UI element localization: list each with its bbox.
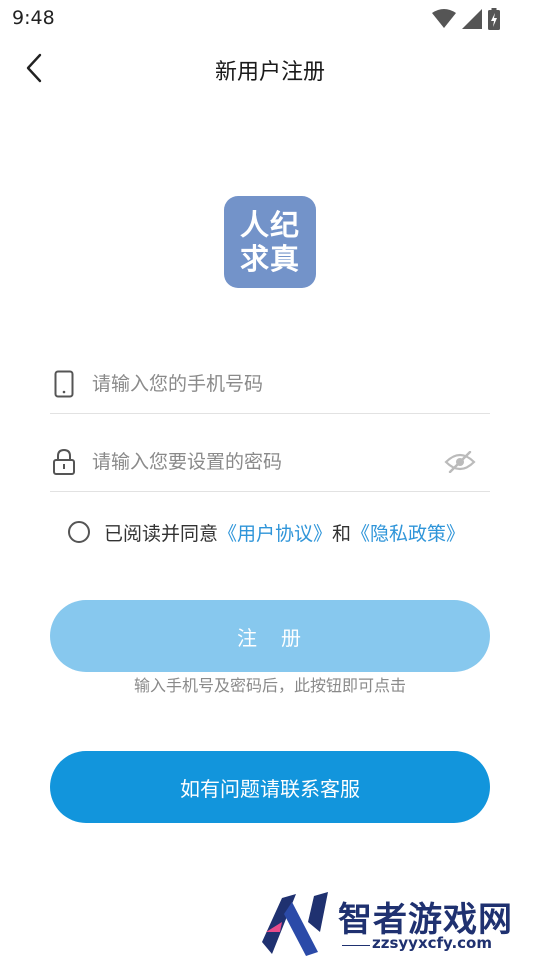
status-bar: 9:48 [0, 0, 540, 36]
eye-off-icon [444, 450, 476, 473]
phone-input[interactable] [92, 363, 490, 404]
privacy-policy-link[interactable]: 《隐私政策》 [351, 519, 465, 546]
lock-icon [50, 447, 78, 477]
password-input[interactable] [92, 441, 442, 482]
watermark-logo-icon [262, 892, 328, 956]
logo-text-line2: 求真 [239, 242, 300, 276]
agreement-row: 已阅读并同意 《用户协议》 和 《隐私政策》 [68, 516, 465, 548]
agreement-and: 和 [332, 522, 352, 545]
watermark-divider [342, 945, 370, 946]
app-logo: 人纪 求真 [224, 196, 316, 288]
register-button[interactable]: 注 册 [50, 600, 490, 672]
watermark: 智者游戏网 zzsyyxcfy.com [262, 888, 540, 960]
cell-signal-icon [462, 9, 482, 29]
battery-icon [488, 8, 500, 30]
status-time: 9:48 [12, 7, 55, 29]
wifi-icon [432, 9, 456, 28]
phone-field-row [50, 354, 490, 414]
contact-service-button[interactable]: 如有问题请联系客服 [50, 751, 490, 823]
user-agreement-link[interactable]: 《用户协议》 [218, 519, 332, 546]
page-title: 新用户注册 [214, 60, 325, 85]
logo-text-line1: 人纪 [239, 208, 300, 242]
phone-icon [50, 369, 78, 399]
password-visibility-toggle[interactable] [442, 447, 478, 477]
password-field-row [50, 432, 490, 492]
agree-checkbox[interactable] [68, 521, 90, 543]
register-hint: 输入手机号及密码后，此按钮即可点击 [133, 676, 406, 695]
watermark-url: zzsyyxcfy.com [372, 934, 492, 952]
agreement-prefix: 已阅读并同意 [104, 522, 219, 545]
nav-bar: 新用户注册 [0, 40, 540, 96]
status-icons [432, 8, 500, 30]
